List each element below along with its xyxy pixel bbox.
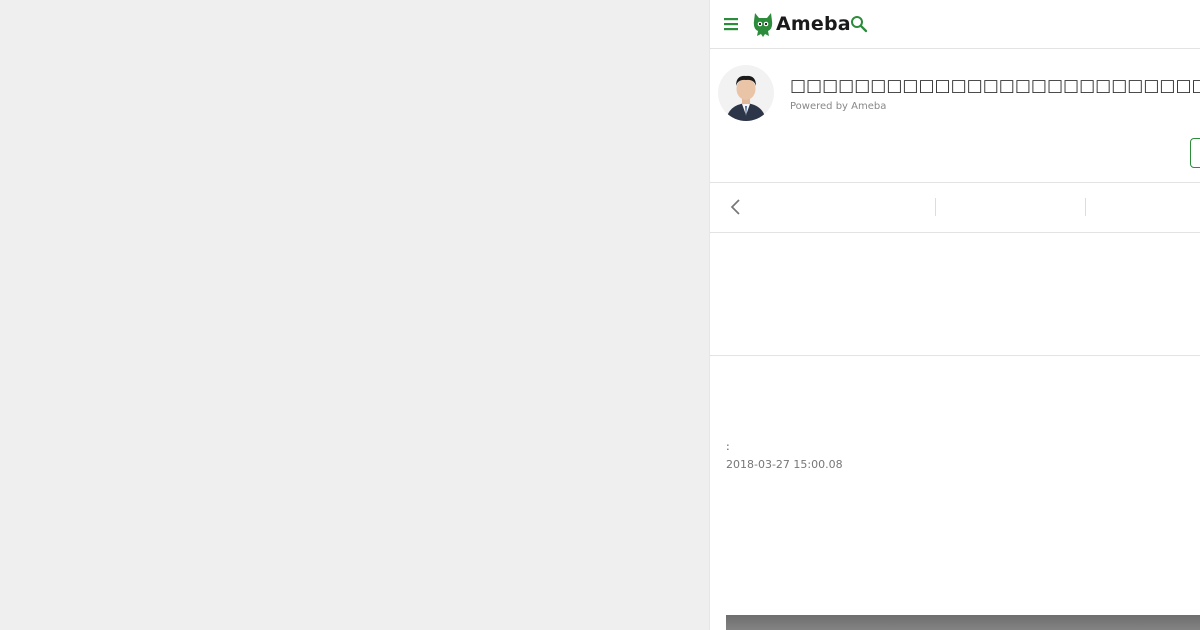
ad-area: [710, 233, 1200, 356]
chevron-left-icon[interactable]: [728, 198, 744, 216]
ameba-logo[interactable]: Ameba: [752, 9, 851, 39]
avatar[interactable]: [718, 65, 774, 121]
ameba-header: Ameba: [710, 0, 1200, 49]
profile-photo: [718, 65, 774, 121]
blog-title[interactable]: □□□□□□□□□□□□□□□□□□□□□□□□□□□□□□□□□: [790, 76, 1200, 96]
powered-by-label: Powered by Ameba: [790, 101, 887, 112]
nav-divider: [935, 198, 936, 216]
article-image[interactable]: [726, 615, 1200, 630]
nav-divider: [1085, 198, 1086, 216]
blog-page: Ameba □□□□□□□□□□□□□□□□□□□□□□□□□□□□□□□□□ …: [709, 0, 1200, 630]
article-meta: : 2018-03-27 15:00.08: [726, 440, 843, 471]
article-meta-label: :: [726, 440, 730, 453]
article-navigation: [710, 183, 1200, 233]
logo-text: Ameba: [776, 13, 851, 35]
article-date: 2018-03-27 15:00.08: [726, 458, 843, 471]
hamburger-menu-icon[interactable]: [722, 15, 740, 33]
ameba-mascot-icon: [753, 13, 773, 37]
blog-header: □□□□□□□□□□□□□□□□□□□□□□□□□□□□□□□□□ Powere…: [710, 49, 1200, 183]
follow-button[interactable]: [1190, 138, 1200, 168]
search-icon[interactable]: [850, 15, 868, 33]
left-blank-area: [0, 0, 709, 630]
